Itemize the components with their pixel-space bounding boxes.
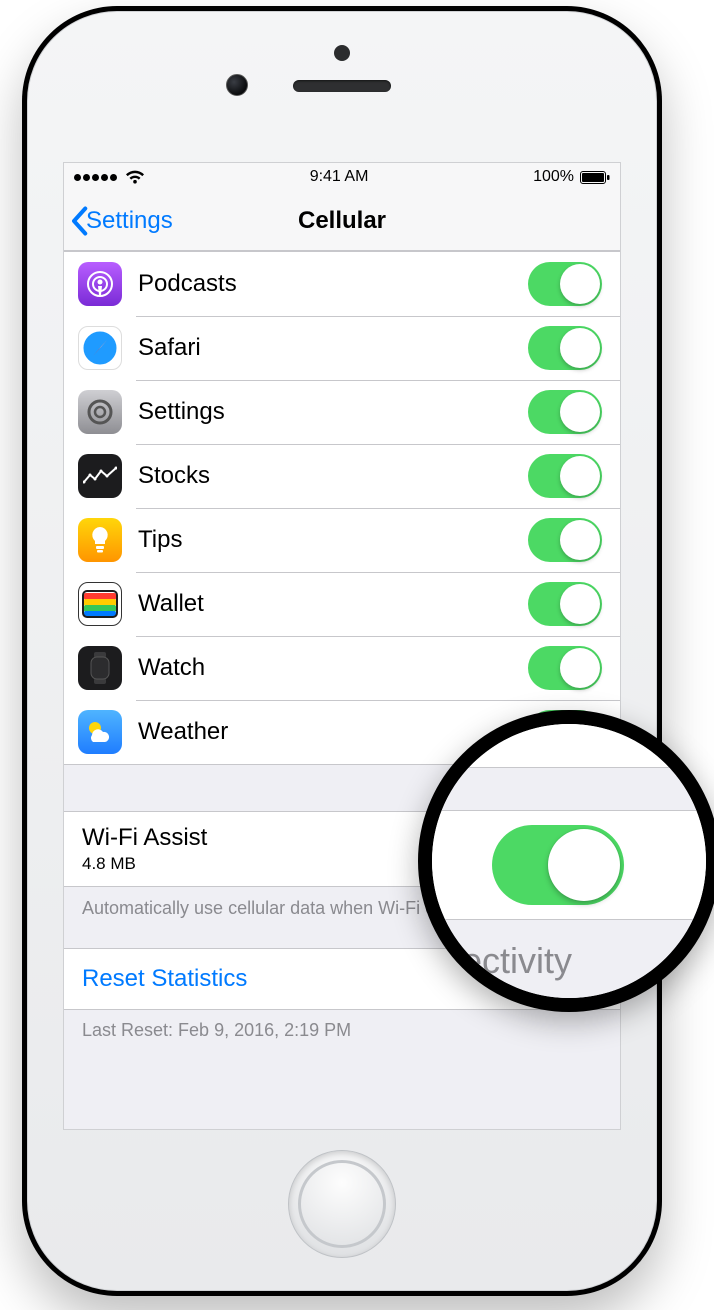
app-cellular-list: Podcasts Safari Settings — [64, 251, 620, 765]
stocks-icon — [78, 454, 122, 498]
toggle-podcasts[interactable] — [528, 262, 602, 306]
back-button[interactable]: Settings — [70, 191, 173, 250]
list-item-label: Wallet — [138, 590, 528, 618]
page-title: Cellular — [298, 207, 386, 235]
magnifier-callout: nectivity — [418, 710, 714, 1012]
back-label: Settings — [86, 207, 173, 235]
magnified-toggle-wifi-assist — [492, 825, 624, 905]
wifi-icon — [125, 170, 145, 185]
status-time: 9:41 AM — [310, 168, 369, 186]
weather-icon — [78, 710, 122, 754]
signal-strength-icon — [74, 168, 119, 186]
list-item-label: Podcasts — [138, 270, 528, 298]
toggle-stocks[interactable] — [528, 454, 602, 498]
list-item-label: Safari — [138, 334, 528, 362]
list-item-stocks: Stocks — [64, 444, 620, 508]
toggle-tips[interactable] — [528, 518, 602, 562]
toggle-wallet[interactable] — [528, 582, 602, 626]
front-camera — [226, 74, 248, 96]
nav-bar: Settings Cellular — [64, 191, 620, 251]
last-reset-label: Last Reset: Feb 9, 2016, 2:19 PM — [64, 1010, 620, 1051]
toggle-watch[interactable] — [528, 646, 602, 690]
list-item-label: Stocks — [138, 462, 528, 490]
settings-icon — [78, 390, 122, 434]
list-item-watch: Watch — [64, 636, 620, 700]
earpiece-speaker — [293, 80, 391, 92]
tips-icon — [78, 518, 122, 562]
safari-icon — [78, 326, 122, 370]
phone-bezel: 9:41 AM 100% Settings Cellular — [27, 11, 657, 1291]
status-bar: 9:41 AM 100% — [64, 163, 620, 191]
list-item-safari: Safari — [64, 316, 620, 380]
wallet-icon — [78, 582, 122, 626]
list-item-label: Settings — [138, 398, 528, 426]
list-item-label: Watch — [138, 654, 528, 682]
reset-label: Reset Statistics — [82, 965, 247, 993]
toggle-safari[interactable] — [528, 326, 602, 370]
battery-icon — [580, 171, 610, 184]
list-item-settings: Settings — [64, 380, 620, 444]
battery-percentage: 100% — [533, 168, 574, 186]
phone-frame: 9:41 AM 100% Settings Cellular — [22, 6, 662, 1296]
proximity-sensor — [334, 45, 350, 61]
list-item-label: Tips — [138, 526, 528, 554]
list-item-wallet: Wallet — [64, 572, 620, 636]
podcasts-icon — [78, 262, 122, 306]
list-item-tips: Tips — [64, 508, 620, 572]
list-item-podcasts: Podcasts — [64, 252, 620, 316]
home-button[interactable] — [288, 1150, 396, 1258]
toggle-settings[interactable] — [528, 390, 602, 434]
watch-icon — [78, 646, 122, 690]
